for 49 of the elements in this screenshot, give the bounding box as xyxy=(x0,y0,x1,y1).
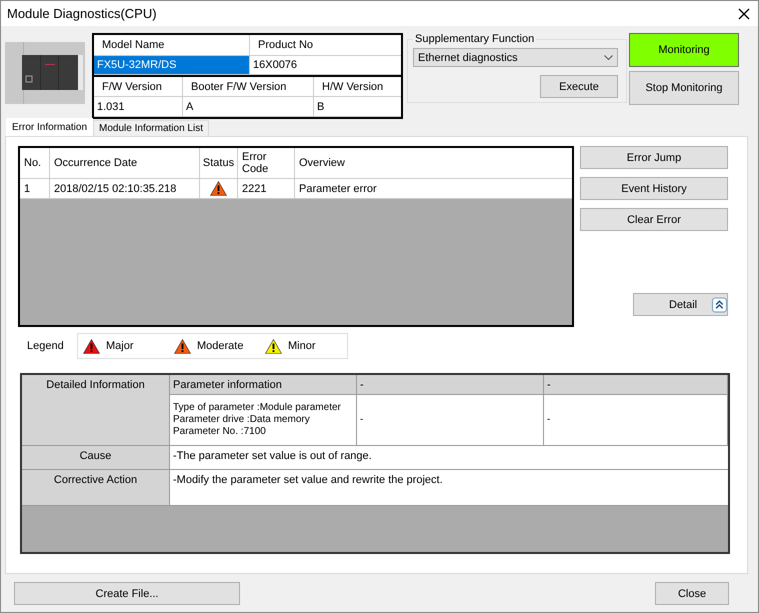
legend-text: Major xyxy=(106,340,134,352)
table-cell: A xyxy=(183,97,314,118)
action-button[interactable]: Event History xyxy=(580,177,728,200)
table-cell: - xyxy=(544,395,728,446)
chevron-icon xyxy=(604,55,613,60)
action-button[interactable]: Error Jump xyxy=(580,146,728,169)
window-title: Module Diagnostics(CPU) xyxy=(7,6,157,21)
legend-text: Minor xyxy=(288,340,316,352)
table-cell: 2018/02/15 02:10:35.218 xyxy=(50,179,200,199)
column-header: F/W Version xyxy=(94,76,183,98)
tab[interactable]: Module Information List xyxy=(93,120,209,136)
row-header: Corrective Action xyxy=(22,470,170,506)
column-header: Status xyxy=(202,157,234,169)
table-cell: Parameter error xyxy=(295,179,572,199)
monitoring-button[interactable]: Monitoring xyxy=(629,33,739,67)
column-header: - xyxy=(544,375,728,395)
column-header: No. xyxy=(24,157,42,169)
detail-button[interactable]: Detail xyxy=(633,293,728,316)
group-label: Supplementary Function xyxy=(414,33,536,45)
double-chevron-icon xyxy=(712,296,727,312)
table-cell: 1.031 xyxy=(94,97,183,118)
legend-text: Moderate xyxy=(197,340,244,352)
execute-button[interactable]: Execute xyxy=(540,75,618,98)
tab[interactable]: Error Information xyxy=(6,118,94,136)
row-header: Detailed Information xyxy=(22,375,170,446)
table-cell: -The parameter set value is out of range. xyxy=(170,446,728,470)
legend-label: Legend xyxy=(27,340,65,352)
table-cell: -Modify the parameter set value and rewrite the project. xyxy=(170,470,728,506)
column-header: Parameter information xyxy=(170,375,357,395)
table-cell: 2221 xyxy=(238,179,295,199)
column-header: H/W Version xyxy=(314,76,401,98)
footer-button[interactable]: Create File... xyxy=(14,582,240,605)
column-header: Overview xyxy=(299,157,345,169)
action-button[interactable]: Clear Error xyxy=(580,208,728,231)
close-icon[interactable] xyxy=(738,8,750,20)
table-cell: Type of parameter :Module parameter Parameter drive :Data memory Parameter No. :7100 xyxy=(170,395,357,446)
monitoring-button[interactable]: Stop Monitoring xyxy=(629,71,739,105)
column-header: Error Code xyxy=(242,151,270,175)
column-header: Booter F/W Version xyxy=(183,76,314,98)
table-cell: - xyxy=(357,395,544,446)
column-header: Occurrence Date xyxy=(54,157,138,169)
table-cell: B xyxy=(314,97,401,118)
table-cell: 1 xyxy=(20,179,50,199)
function-dropdown[interactable]: Ethernet diagnostics xyxy=(413,48,618,67)
column-header: - xyxy=(357,375,544,395)
footer-button[interactable]: Close xyxy=(655,582,729,605)
row-header: Cause xyxy=(22,446,170,470)
table-cell[interactable]: FX5U-32MR/DS xyxy=(94,56,250,76)
column-header: Product No xyxy=(250,35,401,56)
